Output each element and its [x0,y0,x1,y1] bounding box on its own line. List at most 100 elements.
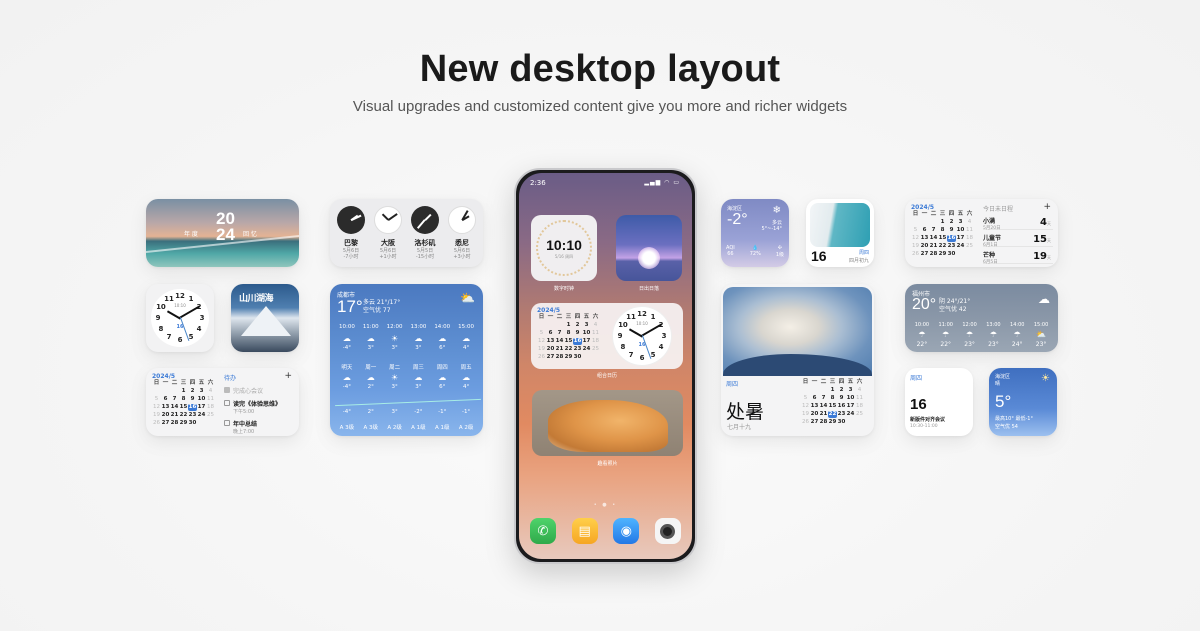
calendar-day[interactable]: 12 [801,403,810,410]
calendar-day[interactable]: 21 [819,411,828,418]
calendar-day[interactable]: 23 [188,412,197,419]
weather-forecast-widget[interactable]: 成都市 17° 多云 21°/17° 空气优 77 ⛅ 10:00 11:00 12:… [330,284,483,436]
calendar-day[interactable]: 10 [197,396,206,403]
calendar-day[interactable]: 22 [938,243,947,250]
calendar-day[interactable]: 27 [161,420,170,427]
calendar-day[interactable]: 8 [938,227,947,234]
calendar-day[interactable]: 24 [582,346,591,353]
calendar-day[interactable]: 6 [810,395,819,402]
calendar-day[interactable]: 8 [564,330,573,337]
calendar-day[interactable]: 15 [938,235,947,242]
calendar-day[interactable]: 15 [828,403,837,410]
calendar-day[interactable]: 27 [920,251,929,258]
calendar-day[interactable]: 15 [564,338,573,345]
calendar-day[interactable]: 4 [855,387,864,394]
calendar-day[interactable]: 22 [564,346,573,353]
schedule-widget[interactable]: 周四 16 新版件对齐会议 10:30-11:00 [905,368,973,436]
calendar-day[interactable]: 6 [920,227,929,234]
browser-app-icon[interactable]: ◉ [613,518,640,544]
notes-app-icon[interactable]: ▤ [571,518,598,544]
calendar-day[interactable]: 24 [846,411,855,418]
calendar-day[interactable]: 6 [546,330,555,337]
calendar-day[interactable]: 17 [197,404,206,411]
calendar-day[interactable]: 27 [546,354,555,361]
countdown-item[interactable]: 小满 5月20日 4天 [983,216,1053,231]
camera-app-icon[interactable] [654,518,681,544]
calendar-day[interactable]: 7 [819,395,828,402]
calendar-day[interactable]: 28 [929,251,938,258]
calendar-day[interactable]: 11 [206,396,215,403]
calendar-day[interactable]: 29 [564,354,573,361]
calendar-day[interactable]: 5 [911,227,920,234]
calendar-day[interactable]: 29 [938,251,947,258]
phone-app-icon[interactable]: ✆ [530,518,556,544]
calendar-day[interactable]: 1 [179,388,188,395]
calendar-day[interactable]: 7 [170,396,179,403]
calendar-day[interactable]: 9 [188,396,197,403]
calendar-day[interactable]: 10 [956,227,965,234]
calendar-day[interactable]: 24 [197,412,206,419]
calendar-day[interactable]: 30 [188,420,197,427]
mountain-photo-widget[interactable]: 山川湖海 [231,284,299,352]
calendar-day[interactable]: 2 [188,388,197,395]
calendar-day[interactable]: 11 [591,330,600,337]
calendar-day[interactable]: 17 [956,235,965,242]
add-countdown-button[interactable]: + [1043,202,1051,212]
calendar-day[interactable]: 3 [846,387,855,394]
year-review-widget[interactable]: 年 度 20 24 回 忆 [146,199,299,267]
calendar-day[interactable]: 12 [537,338,546,345]
calendar-day[interactable]: 19 [911,243,920,250]
calendar-day[interactable]: 3 [956,219,965,226]
analog-clock-widget[interactable]: 12123456789101110:1016 [146,284,214,352]
calendar-day[interactable]: 14 [170,404,179,411]
countdown-item[interactable]: 儿童节 6月1日 15天 [983,233,1053,248]
calendar-day[interactable]: 14 [555,338,564,345]
calendar-day[interactable]: 29 [179,420,188,427]
add-todo-button[interactable]: + [284,371,292,381]
calendar-day[interactable]: 23 [837,411,846,418]
calendar-day[interactable]: 1 [828,387,837,394]
calendar-day[interactable]: 7 [555,330,564,337]
calendar-day[interactable]: 18 [855,403,864,410]
calendar-day[interactable]: 13 [810,403,819,410]
todo-item[interactable]: 年中总结 晚上7:00 [224,419,294,435]
calendar-day[interactable]: 26 [152,420,161,427]
calendar-day[interactable]: 7 [929,227,938,234]
todo-checkbox[interactable] [224,387,230,393]
weather-hourly-widget[interactable]: 福州市 20° 阴 24°/21° 空气优 42 ☁ 10:00 11:00 12:0… [905,284,1058,352]
calendar-day[interactable]: 16 [837,403,846,410]
photo-widget[interactable] [532,390,683,456]
solar-term-widget[interactable]: 周四 处暑 七月十九 日一二三四五六 1 2 3 4 5 6 7 8 9 10 11 12 13 14 15 1… [721,284,874,436]
calendar-day[interactable]: 15 [179,404,188,411]
countdown-item[interactable]: 芒种 6月5日 19天 [983,250,1053,265]
world-clock-widget[interactable]: 巴黎 5月6日 -7小时 大阪 5月6日 +1小时 洛杉矶 5月5日 -15小时 悉尼 5月6日 +3… [330,199,483,267]
calendar-day[interactable]: 11 [855,395,864,402]
calendar-day[interactable]: 25 [855,411,864,418]
calendar-day[interactable]: 4 [965,219,974,226]
calendar-day[interactable]: 2 [573,322,582,329]
calendar-day[interactable]: 21 [170,412,179,419]
calendar-day-today[interactable]: 22 [828,411,837,418]
calendar-day[interactable]: 17 [582,338,591,345]
calendar-day[interactable]: 28 [819,419,828,426]
calendar-day[interactable]: 26 [801,419,810,426]
calendar-day[interactable]: 5 [801,395,810,402]
calendar-day[interactable]: 25 [965,243,974,250]
calendar-day[interactable]: 12 [152,404,161,411]
calendar-day-today[interactable]: 16 [573,338,582,345]
calendar-day[interactable]: 28 [170,420,179,427]
calendar-day[interactable]: 20 [161,412,170,419]
calendar-day[interactable]: 19 [152,412,161,419]
calendar-day[interactable]: 23 [947,243,956,250]
calendar-day[interactable]: 8 [828,395,837,402]
calendar-day[interactable]: 25 [591,346,600,353]
digital-clock-widget[interactable]: 10:10 5/16 周四 [531,215,597,281]
calendar-day-today[interactable]: 16 [947,235,956,242]
todo-checkbox[interactable] [224,420,230,426]
calendar-day[interactable]: 19 [801,411,810,418]
calendar-day[interactable]: 25 [206,412,215,419]
calendar-day[interactable]: 28 [555,354,564,361]
weather-tiny-widget[interactable]: 海淀区晴 ☀ 5° 最高10° 最低-1° 空气优 54 [989,368,1057,436]
calendar-day[interactable]: 26 [911,251,920,258]
todo-checkbox[interactable] [224,400,230,406]
